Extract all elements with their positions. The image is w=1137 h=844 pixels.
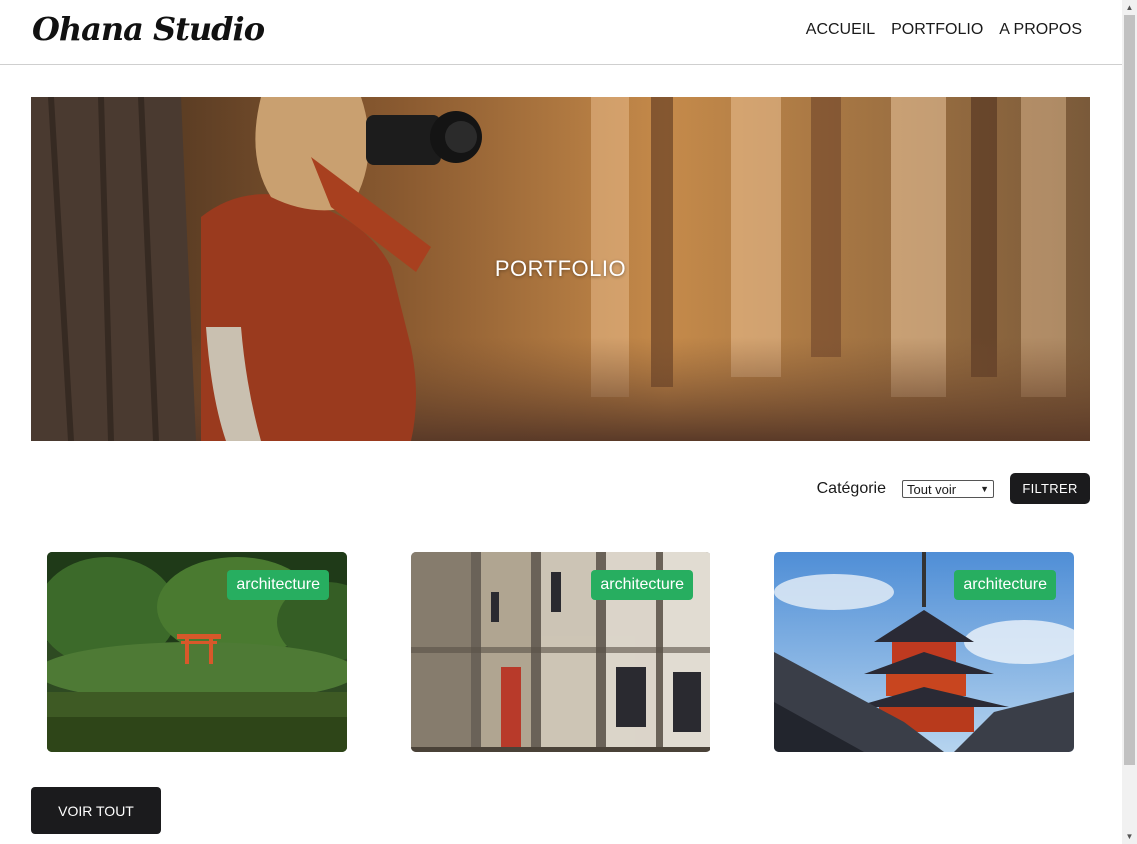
nav-portfolio[interactable]: PORTFOLIO	[891, 21, 983, 39]
scroll-up-icon[interactable]: ▲	[1122, 0, 1137, 15]
scroll-thumb[interactable]	[1124, 15, 1135, 765]
portfolio-card[interactable]: architecture	[47, 552, 347, 752]
nav-accueil[interactable]: ACCUEIL	[806, 21, 875, 39]
vertical-scrollbar[interactable]: ▲ ▼	[1122, 0, 1137, 844]
site-header: Ohana Studio ACCUEIL PORTFOLIO A PROPOS	[0, 0, 1122, 65]
category-label: Catégorie	[816, 480, 886, 497]
site-logo[interactable]: Ohana Studio	[32, 10, 265, 48]
hero-title: PORTFOLIO	[494, 256, 627, 281]
category-badge: architecture	[954, 570, 1056, 600]
category-badge: architecture	[227, 570, 329, 600]
category-select[interactable]: Tout voir ▼	[902, 480, 994, 498]
nav-a-propos[interactable]: A PROPOS	[999, 21, 1082, 39]
category-select-value: Tout voir	[907, 481, 957, 497]
category-badge: architecture	[591, 570, 693, 600]
portfolio-card[interactable]: architecture	[774, 552, 1074, 752]
scroll-down-icon[interactable]: ▼	[1122, 829, 1137, 844]
filter-button[interactable]: FILTRER	[1010, 473, 1090, 504]
chevron-down-icon: ▼	[980, 484, 989, 494]
voir-tout-button[interactable]: VOIR TOUT	[31, 787, 161, 834]
portfolio-card[interactable]: architecture	[411, 552, 711, 752]
filter-bar: Catégorie Tout voir ▼ FILTRER	[0, 473, 1090, 504]
main-nav: ACCUEIL PORTFOLIO A PROPOS	[806, 21, 1082, 39]
hero-banner: PORTFOLIO	[31, 97, 1090, 441]
